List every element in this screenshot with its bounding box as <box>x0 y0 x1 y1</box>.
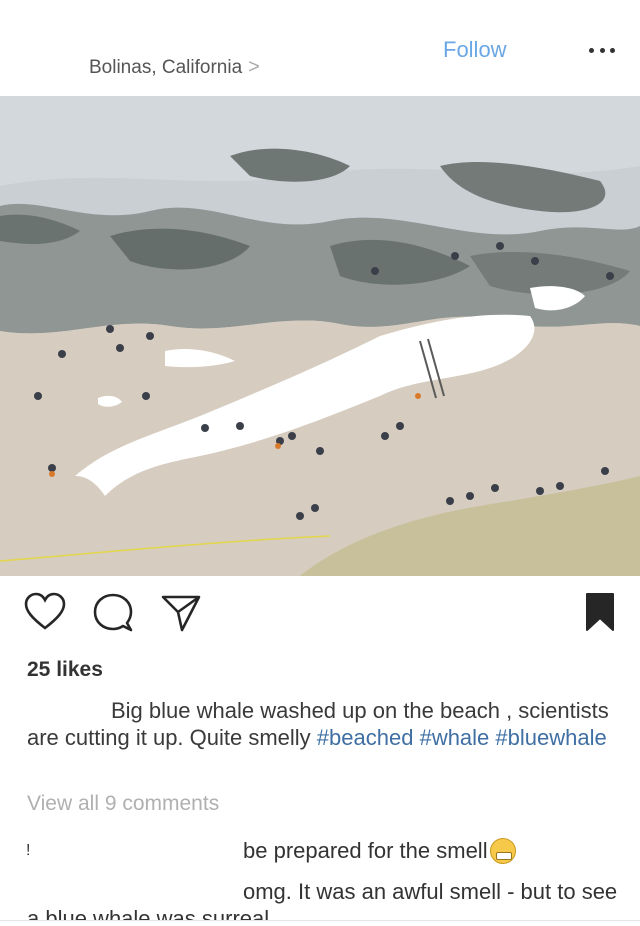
follow-button[interactable]: Follow <box>443 37 507 63</box>
comment-item: omg. It was an awful smell - but to see … <box>27 878 627 920</box>
location-link[interactable]: Bolinas, California > <box>89 56 260 79</box>
hashtag-link[interactable]: #whale <box>420 725 490 750</box>
more-options-icon[interactable] <box>589 38 615 62</box>
post-header: Bolinas, California > Follow <box>0 0 640 96</box>
comment-bubble-icon[interactable] <box>92 592 134 637</box>
beach-whale-photo <box>0 96 640 576</box>
comment-text: omg. It was an awful smell - but to see … <box>27 879 618 920</box>
bottom-divider <box>0 920 640 926</box>
likes-count[interactable]: 25 likes <box>27 658 103 682</box>
hashtag-link[interactable]: #beached <box>317 725 414 750</box>
view-all-comments-link[interactable]: View all 9 comments <box>27 792 219 816</box>
location-label: Bolinas, California <box>89 56 243 78</box>
post-actions <box>0 592 640 642</box>
bookmark-icon[interactable] <box>584 592 616 635</box>
comment-username[interactable]: ! <box>26 842 30 860</box>
comment-item: be prepared for the smell <box>243 838 516 864</box>
chevron-right-icon: > <box>248 56 260 78</box>
post-caption: Big blue whale washed up on the beach , … <box>27 697 617 751</box>
post-photo[interactable] <box>0 96 640 576</box>
grimacing-face-emoji-icon <box>489 838 516 864</box>
comment-text: be prepared for the smell <box>243 838 488 863</box>
heart-icon[interactable] <box>24 592 66 635</box>
hashtag-link[interactable]: #bluewhale <box>495 725 606 750</box>
paper-plane-icon[interactable] <box>160 592 202 637</box>
